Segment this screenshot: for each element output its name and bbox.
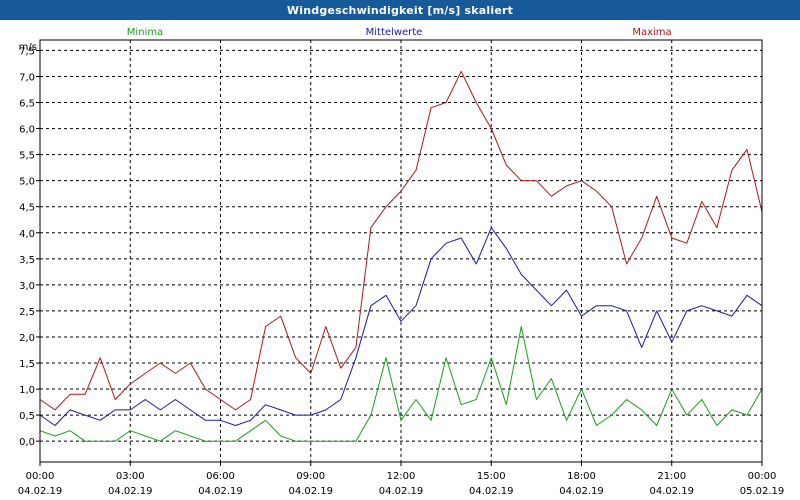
y-tick-label: 1,5 bbox=[19, 359, 35, 370]
y-tick-label: 3,5 bbox=[19, 255, 35, 266]
y-tick-label: 3,0 bbox=[19, 281, 35, 292]
y-tick-label: 5,5 bbox=[19, 151, 35, 162]
plot-frame bbox=[36, 39, 763, 466]
x-tick-label-date: 04.02.19 bbox=[469, 486, 514, 497]
y-tick-label: 0,5 bbox=[19, 411, 35, 422]
x-tick-label-date: 04.02.19 bbox=[18, 486, 63, 497]
x-tick-label-time: 18:00 bbox=[567, 471, 596, 482]
x-tick-label-time: 06:00 bbox=[206, 471, 235, 482]
y-axis-label: m/s bbox=[19, 42, 37, 53]
x-tick-label-time: 03:00 bbox=[116, 471, 145, 482]
legend-maxima: Maxima bbox=[632, 27, 671, 38]
x-tick-label-date: 04.02.19 bbox=[559, 486, 604, 497]
x-tick-label-time: 00:00 bbox=[26, 471, 55, 482]
x-tick-label-date: 04.02.19 bbox=[198, 486, 243, 497]
y-tick-label: 1,0 bbox=[19, 385, 35, 396]
x-tick-label-date: 05.02.19 bbox=[740, 486, 785, 497]
y-tick-label: 7,0 bbox=[19, 72, 35, 83]
x-tick-label-time: 15:00 bbox=[477, 471, 506, 482]
x-tick-label-time: 12:00 bbox=[387, 471, 416, 482]
legend: Minima Mittelwerte Maxima bbox=[127, 27, 672, 38]
y-tick-label: 5,0 bbox=[19, 177, 35, 188]
y-tick-label: 2,5 bbox=[19, 307, 35, 318]
x-tick-label-time: 00:00 bbox=[748, 471, 777, 482]
x-tick-label-time: 21:00 bbox=[657, 471, 686, 482]
y-tick-label: 6,5 bbox=[19, 99, 35, 110]
x-tick-label-date: 04.02.19 bbox=[379, 486, 424, 497]
x-tick-label-date: 04.02.19 bbox=[649, 486, 694, 497]
y-tick-label: 4,5 bbox=[19, 203, 35, 214]
y-tick-label: 2,0 bbox=[19, 333, 35, 344]
x-tick-label-time: 09:00 bbox=[296, 471, 325, 482]
y-tick-label: 6,0 bbox=[19, 125, 35, 136]
y-tick-label: 0,0 bbox=[19, 437, 35, 448]
legend-minima: Minima bbox=[127, 27, 163, 38]
grid-lines bbox=[40, 40, 762, 462]
x-tick-label-date: 04.02.19 bbox=[108, 486, 153, 497]
x-tick-label-date: 04.02.19 bbox=[288, 486, 333, 497]
chart-title: Windgeschwindigkeit [m/s] skaliert bbox=[0, 0, 800, 20]
y-tick-label: 4,0 bbox=[19, 229, 35, 240]
wind-speed-chart: 0,0 0,5 1,0 1,5 2,0 2,5 3,0 3,5 4,0 4,5 5,0 5,5 6,0 6… bbox=[18, 27, 785, 497]
legend-mittelwerte: Mittelwerte bbox=[366, 27, 423, 38]
